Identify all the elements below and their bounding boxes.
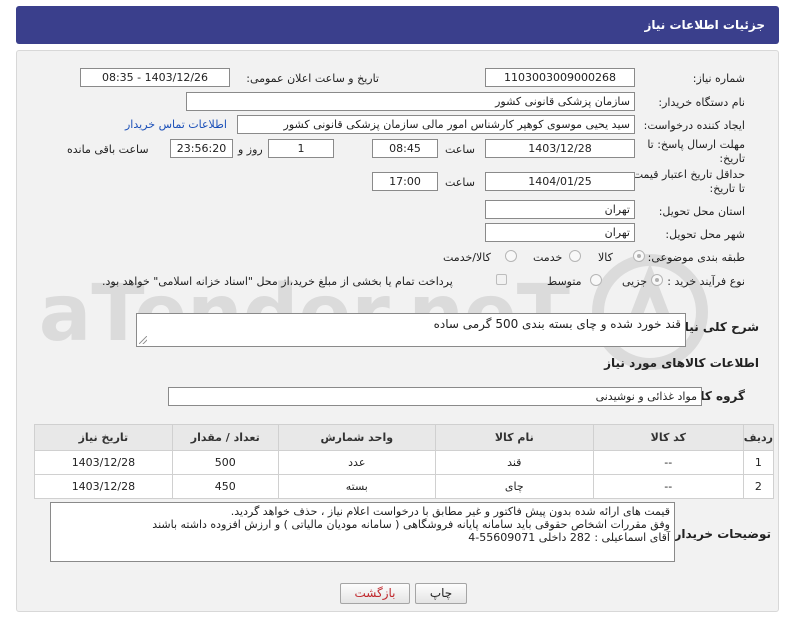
col-header-unit: واحد شمارش xyxy=(277,424,436,451)
col-header-code: کد کالا xyxy=(592,424,744,451)
category-option-both: کالا/خدمت xyxy=(443,251,491,264)
need-number-label: شماره نیاز: xyxy=(692,72,745,85)
col-header-date: تاریخ نیاز xyxy=(34,424,173,451)
cell-unit: عدد xyxy=(277,450,436,475)
process-option-medium: متوسط xyxy=(547,275,582,288)
buyer-org-label: نام دستگاه خریدار: xyxy=(658,96,745,109)
reply-time-label: ساعت xyxy=(445,143,475,156)
city-field: تهران xyxy=(485,223,635,242)
reply-days-field: 1 xyxy=(268,139,334,158)
category-option-goods: کالا xyxy=(598,251,613,264)
category-radio-both[interactable] xyxy=(505,250,517,262)
requester-label: ایجاد کننده درخواست: xyxy=(643,119,745,132)
process-option-minor: جزیی xyxy=(622,275,648,288)
cell-code: -- xyxy=(592,450,744,475)
cell-date: 1403/12/28 xyxy=(34,450,173,475)
page-header: جزئیات اطلاعات نیاز xyxy=(16,6,779,44)
col-header-name: نام کالا xyxy=(434,424,594,451)
page-title: جزئیات اطلاعات نیاز xyxy=(644,18,765,32)
buyer-note-line: قیمت های ارائه شده بدون پیش فاکتور و غیر… xyxy=(230,505,670,518)
requester-field: سید یحیی موسوی کوهپر کارشناس امور مالی س… xyxy=(237,115,635,134)
process-radio-medium[interactable] xyxy=(590,274,602,286)
announce-label: تاریخ و ساعت اعلان عمومی: xyxy=(246,72,379,85)
province-label: استان محل تحویل: xyxy=(658,205,745,218)
cell-row-number: 2 xyxy=(742,474,775,499)
price-validity-time: 17:00 xyxy=(372,172,438,191)
reply-deadline-date: 1403/12/28 xyxy=(485,139,635,158)
cell-name: چای xyxy=(434,474,594,499)
cell-row-number: 1 xyxy=(742,450,775,475)
buyer-contact-link[interactable]: اطلاعات تماس خریدار xyxy=(125,118,227,131)
cell-unit: بسته xyxy=(277,474,436,499)
cell-date: 1403/12/28 xyxy=(34,474,173,499)
process-label: نوع فرآیند خرید : xyxy=(667,275,745,288)
cell-quantity: 450 xyxy=(171,474,279,499)
announce-field: 1403/12/26 - 08:35 xyxy=(80,68,230,87)
table-row: 2 -- چای بسته 450 1403/12/28 xyxy=(34,474,775,499)
process-radio-minor[interactable] xyxy=(651,274,663,286)
category-radio-service[interactable] xyxy=(569,250,581,262)
cell-name: قند xyxy=(434,450,594,475)
price-validity-date: 1404/01/25 xyxy=(485,172,635,191)
description-field: قند خورد شده و چای بسته بندی 500 گرمی سا… xyxy=(136,313,686,347)
treasury-note: پرداخت تمام یا بخشی از مبلغ خرید،از محل … xyxy=(102,275,453,288)
goods-group-field: مواد غذائی و نوشیدنی xyxy=(168,387,702,406)
treasury-checkbox[interactable] xyxy=(496,274,507,285)
price-validity-time-label: ساعت xyxy=(445,176,475,189)
table-header-row: ردیف کد کالا نام کالا واحد شمارش تعداد /… xyxy=(34,424,775,451)
back-button[interactable]: بازگشت xyxy=(340,583,410,604)
goods-info-title: اطلاعات کالاهای مورد نیاز xyxy=(604,356,759,370)
description-text: قند خورد شده و چای بسته بندی 500 گرمی سا… xyxy=(433,317,681,331)
reply-deadline-label: مهلت ارسال پاسخ: تا تاریخ: xyxy=(647,138,745,165)
category-label: طبقه بندی موضوعی: xyxy=(647,251,745,264)
buyer-note-line: وفق مقررات اشخاص حقوقی باید سامانه پایان… xyxy=(152,518,670,531)
table-row: 1 -- قند عدد 500 1403/12/28 xyxy=(34,450,775,475)
resize-grip-icon[interactable] xyxy=(139,336,147,344)
reply-days-label: روز و xyxy=(238,143,263,156)
buyer-note-line: آقای اسماعیلی : 282 داخلی 55609071-4 xyxy=(468,531,670,544)
province-field: تهران xyxy=(485,200,635,219)
cell-code: -- xyxy=(592,474,744,499)
category-option-service: خدمت xyxy=(533,251,563,264)
col-header-quantity: تعداد / مقدار xyxy=(171,424,279,451)
print-button[interactable]: چاپ xyxy=(415,583,467,604)
buyer-org-field: سازمان پزشکی قانونی کشور xyxy=(186,92,635,111)
remaining-time-label: ساعت باقی مانده xyxy=(67,143,149,156)
need-number-field: 1103003009000268 xyxy=(485,68,635,87)
city-label: شهر محل تحویل: xyxy=(665,228,745,241)
reply-deadline-time: 08:45 xyxy=(372,139,438,158)
remaining-time-field: 23:56:20 xyxy=(170,139,233,158)
cell-quantity: 500 xyxy=(171,450,279,475)
category-radio-goods[interactable] xyxy=(633,250,645,262)
items-table: ردیف کد کالا نام کالا واحد شمارش تعداد /… xyxy=(34,424,775,499)
buyer-notes-label: توضیحات خریدار: xyxy=(669,527,771,541)
buyer-notes-field: قیمت های ارائه شده بدون پیش فاکتور و غیر… xyxy=(50,502,675,562)
col-header-row-number: ردیف xyxy=(742,424,775,451)
price-validity-label: حداقل تاریخ اعتبار قیمت: تا تاریخ: xyxy=(629,168,745,195)
